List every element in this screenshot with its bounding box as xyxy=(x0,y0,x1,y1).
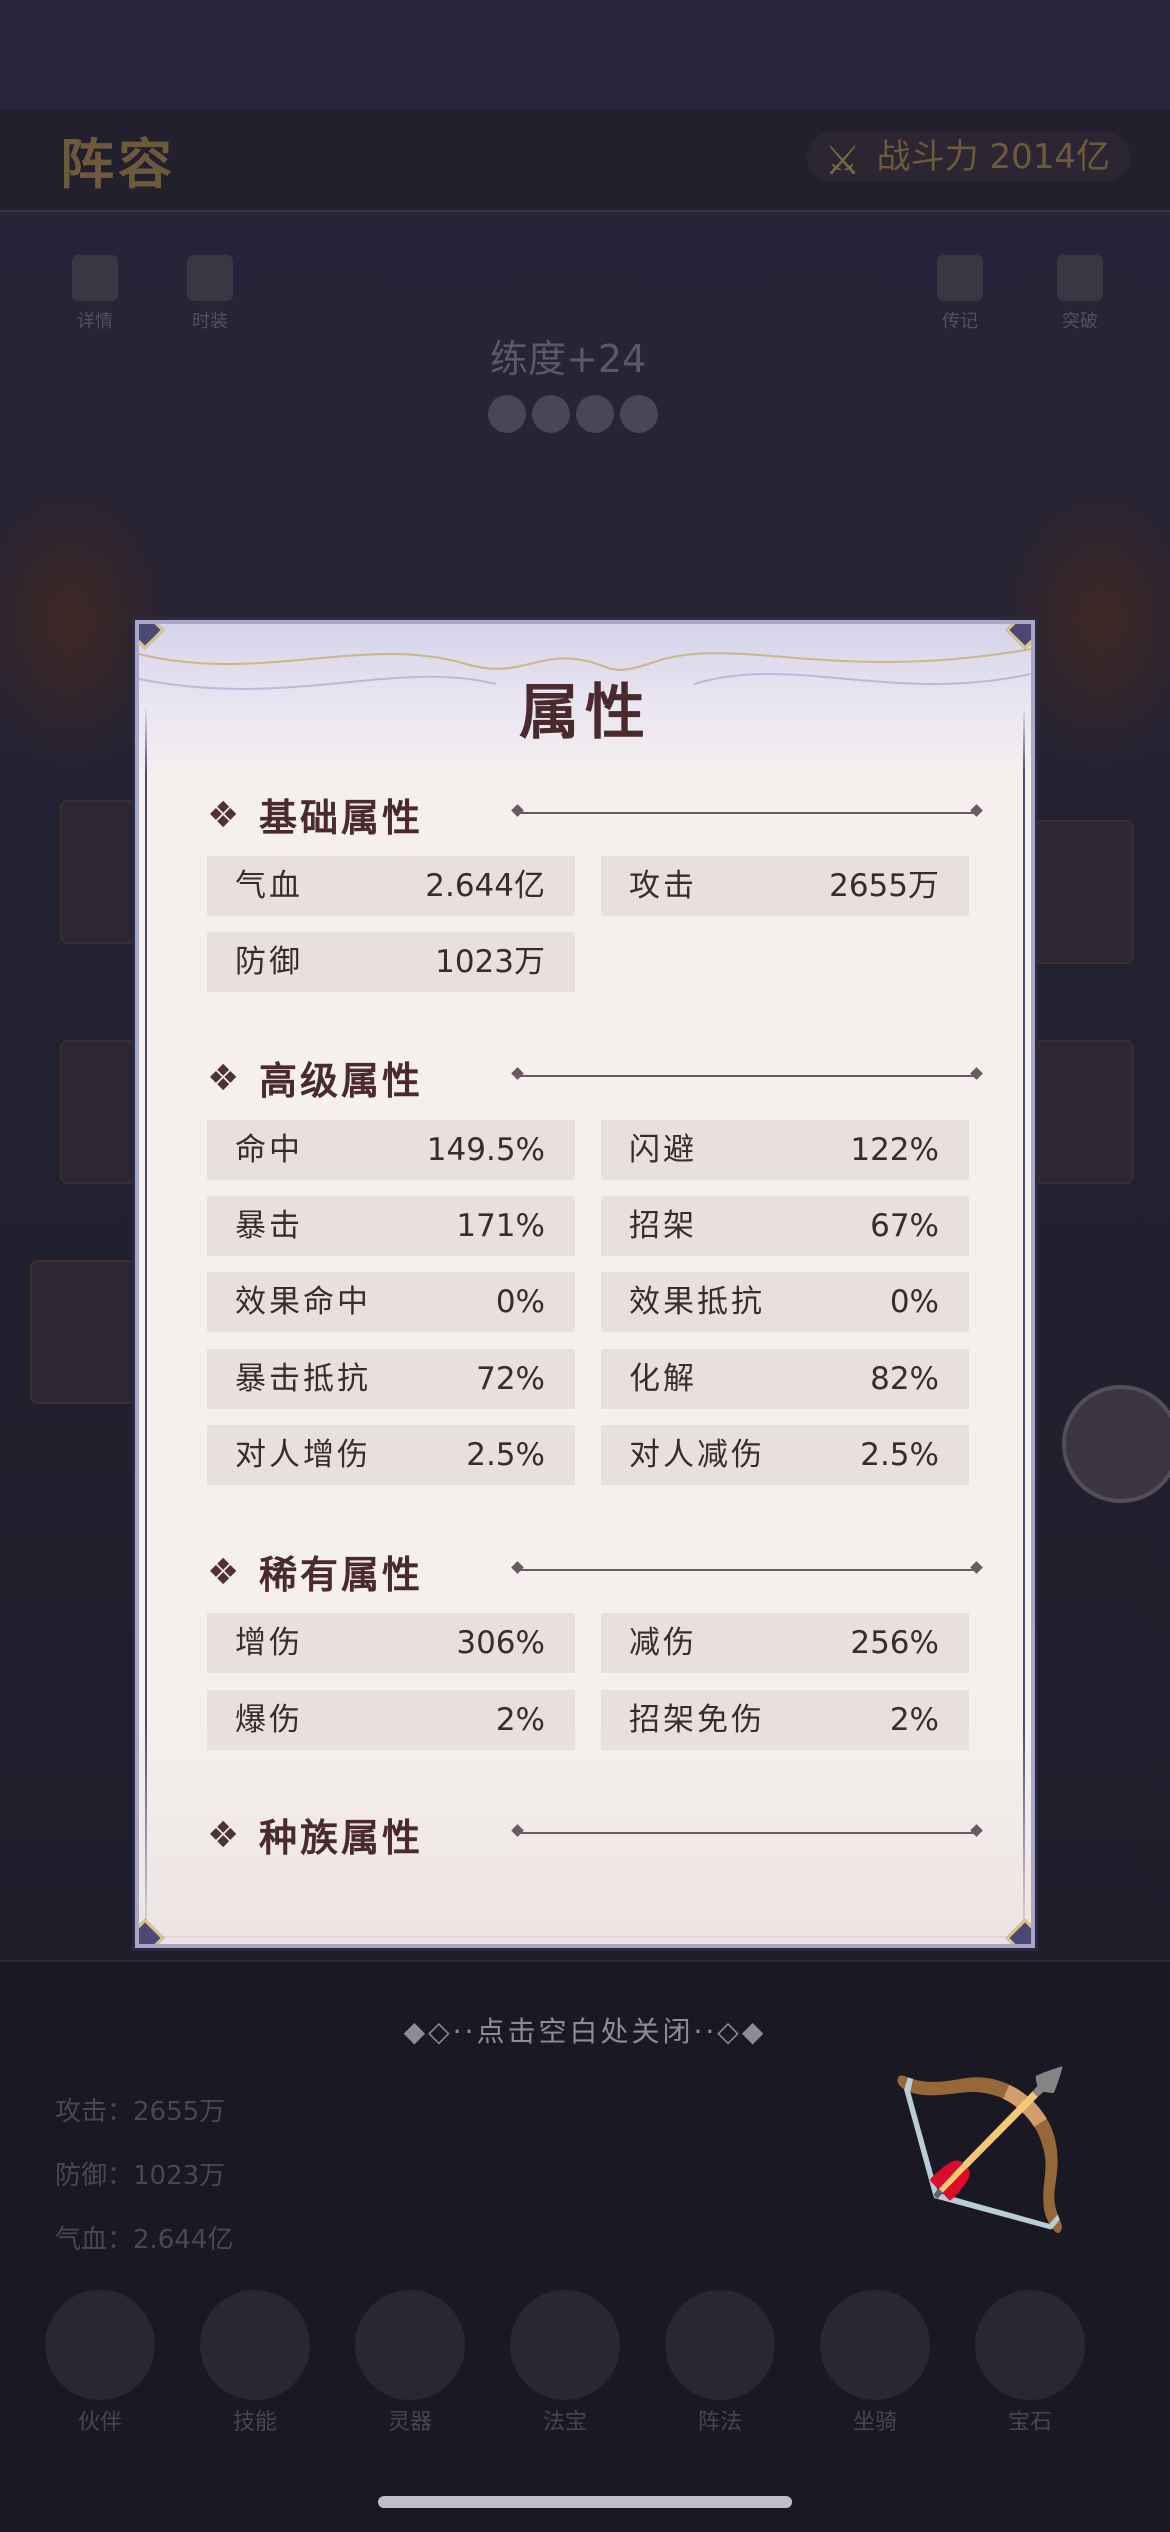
attr-cell: 招架免伤 2% xyxy=(601,1690,969,1750)
diamond-icon: ❖ xyxy=(207,795,240,836)
attr-cell: 增伤 306% xyxy=(207,1613,575,1673)
details-icon xyxy=(72,255,118,301)
breakthrough-button[interactable]: 突破 xyxy=(1040,255,1120,333)
attr-cell: 暴击 171% xyxy=(207,1196,575,1256)
attributes-modal: 属性 ❖ 基础属性 气血 2.644亿 攻击 2655万 防御 1023万 ❖ 高级属… xyxy=(135,620,1035,1948)
attr-cell: 闪避 122% xyxy=(601,1120,969,1180)
attr-cell: 化解 82% xyxy=(601,1349,969,1409)
combat-power-badge: ⚔ 战斗力 2014亿 xyxy=(806,132,1130,184)
rank-label: 练度+24 xyxy=(490,337,647,381)
details-button[interactable]: 详情 xyxy=(55,255,135,333)
home-indicator[interactable] xyxy=(378,2496,792,2508)
attr-cell: 防御 1023万 xyxy=(207,932,575,992)
fashion-icon xyxy=(187,255,233,301)
attr-cell: 对人减伤 2.5% xyxy=(601,1425,969,1485)
attr-cell: 对人增伤 2.5% xyxy=(207,1425,575,1485)
nav-button[interactable]: 灵器 xyxy=(350,2290,470,2435)
diamond-icon: ❖ xyxy=(207,1058,240,1099)
attr-cell: 气血 2.644亿 xyxy=(207,856,575,916)
biography-button[interactable]: 传记 xyxy=(920,255,1000,333)
attr-cell: 减伤 256% xyxy=(601,1613,969,1673)
biography-icon xyxy=(937,255,983,301)
combat-power-text: 战斗力 2014亿 xyxy=(876,137,1110,177)
nav-button[interactable]: 伙伴 xyxy=(40,2290,160,2435)
nav-button[interactable]: 宝石 xyxy=(970,2290,1090,2435)
attr-cell: 招架 67% xyxy=(601,1196,969,1256)
nav-button[interactable]: 法宝 xyxy=(505,2290,625,2435)
attr-cell: 爆伤 2% xyxy=(207,1690,575,1750)
attr-cell: 效果命中 0% xyxy=(207,1272,575,1332)
star-dots xyxy=(488,395,664,437)
screen-title: 阵容 xyxy=(60,133,176,196)
modal-title: 属性 xyxy=(519,678,651,748)
attr-cell: 暴击抵抗 72% xyxy=(207,1349,575,1409)
side-avatar-button[interactable] xyxy=(1062,1385,1170,1503)
section-header-race: ❖ 种族属性 xyxy=(207,1807,983,1860)
nav-button[interactable]: 阵法 xyxy=(660,2290,780,2435)
attr-cell: 命中 149.5% xyxy=(207,1120,575,1180)
section-header-basic: ❖ 基础属性 xyxy=(207,787,983,840)
bow-icon: 🏹 xyxy=(886,2063,1074,2237)
hero-stats-summary: 攻击：2655万 防御：1023万 气血：2.644亿 xyxy=(55,2097,234,2255)
nav-button[interactable]: 技能 xyxy=(195,2290,315,2435)
section-header-advanced: ❖ 高级属性 xyxy=(207,1050,983,1103)
section-header-rare: ❖ 稀有属性 xyxy=(207,1544,983,1597)
attr-cell: 效果抵抗 0% xyxy=(601,1272,969,1332)
fashion-button[interactable]: 时装 xyxy=(170,255,250,333)
breakthrough-icon xyxy=(1057,255,1103,301)
nav-button[interactable]: 坐骑 xyxy=(815,2290,935,2435)
close-hint-text: 点击空白处关闭 xyxy=(476,2015,694,2048)
crossed-swords-icon: ⚔ xyxy=(824,138,861,184)
diamond-icon: ❖ xyxy=(207,1552,240,1593)
attr-cell: 攻击 2655万 xyxy=(601,856,969,916)
close-hint[interactable]: ◆◇··点击空白处关闭··◇◆ xyxy=(0,2010,1170,2050)
diamond-icon: ❖ xyxy=(207,1815,240,1856)
